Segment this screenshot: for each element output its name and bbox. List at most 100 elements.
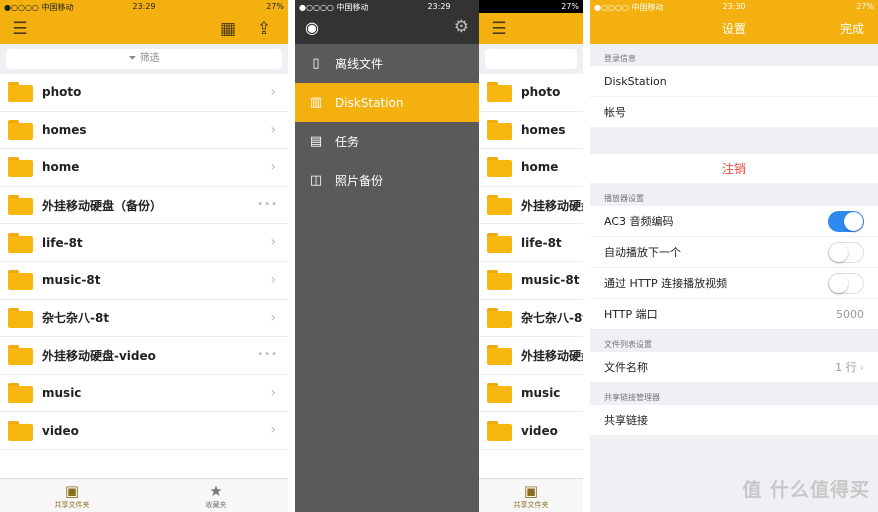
chevron-right-icon[interactable]: › (270, 385, 276, 401)
account-cell[interactable]: 帐号 (590, 97, 878, 128)
folder-icon (487, 232, 512, 253)
filter-input[interactable] (485, 49, 577, 69)
folder-name: home (521, 160, 559, 175)
chevron-right-icon[interactable]: › (270, 272, 276, 288)
menu-item[interactable]: ▯ 离线文件 (295, 44, 479, 83)
view-mode-icon[interactable]: ▦ (218, 19, 238, 39)
shared-folder-icon: ▣ (64, 482, 80, 500)
account-label: 帐号 (604, 106, 626, 119)
menu-item[interactable]: ▥ DiskStation (295, 83, 479, 122)
settings-navbar: ●○○○○ 中国移动 23:30 27% 设置 完成 (590, 0, 878, 44)
folder-icon (487, 119, 512, 140)
folder-name: video (42, 423, 79, 438)
autoplay-toggle[interactable] (828, 242, 864, 263)
menu-icon[interactable]: ☰ (10, 19, 30, 39)
menu-item[interactable]: ◫ 照片备份 (295, 161, 479, 200)
more-icon[interactable]: ••• (257, 199, 278, 210)
section-header-share: 共享链接管理器 (604, 393, 660, 402)
menu-icon[interactable]: ☰ (489, 19, 509, 39)
gear-icon[interactable]: ⚙ (454, 17, 469, 37)
toggle-knob (844, 212, 863, 231)
section-header-file-list: 文件列表设置 (604, 340, 652, 349)
folder-row[interactable]: photo › (0, 74, 288, 112)
filter-input[interactable]: ⏷ 筛选 (6, 49, 282, 69)
folder-icon (8, 420, 33, 441)
chevron-right-icon[interactable]: › (270, 422, 276, 438)
http-play-toggle[interactable] (828, 273, 864, 294)
filter-bar: ⏷ 筛选 (0, 44, 288, 74)
share-link-label: 共享链接 (604, 414, 648, 427)
folder-row[interactable]: 杂七杂八-8t (479, 299, 583, 338)
folder-row[interactable]: homes › (0, 111, 288, 150)
section-header-login: 登录信息 (604, 54, 636, 63)
folder-row[interactable]: life-8t (479, 224, 583, 262)
folder-icon (487, 157, 512, 178)
chevron-right-icon[interactable]: › (270, 234, 276, 250)
ac3-toggle[interactable] (828, 211, 864, 232)
folder-row[interactable]: 外挂移动硬盘-video ••• (0, 337, 288, 375)
folder-name: life-8t (521, 235, 562, 250)
folder-row[interactable]: music-8t (479, 261, 583, 300)
folder-name: 杂七杂八-8t (521, 311, 583, 326)
more-icon[interactable]: ••• (257, 349, 278, 360)
share-icon[interactable]: ⇪ (254, 19, 274, 39)
menu-item-label: DiskStation (335, 95, 404, 110)
share-link-cell[interactable]: 共享链接 (590, 405, 878, 436)
account-icon[interactable]: ◉ (305, 18, 319, 37)
http-port-label: HTTP 端口 (604, 308, 658, 321)
chevron-right-icon[interactable]: › (270, 84, 276, 100)
file-name-cell[interactable]: 文件名称 1 行 › (590, 352, 878, 383)
menu-item[interactable]: ▤ 任务 (295, 122, 479, 161)
folder-row[interactable]: 外挂移动硬盘 (479, 337, 583, 375)
folder-name: music (42, 386, 82, 401)
folder-icon (487, 270, 512, 291)
diskstation-label: DiskStation (604, 74, 667, 88)
folder-row[interactable]: music (479, 374, 583, 413)
folder-row[interactable]: 杂七杂八-8t › (0, 299, 288, 338)
page-title: 设置 (721, 22, 746, 36)
folder-row[interactable]: home (479, 149, 583, 187)
header: ●○○○○ 中国移动 23:29 27% ☰ ▦ ⇪ (0, 0, 288, 44)
folder-icon (487, 307, 512, 328)
folder-row[interactable]: photo (479, 74, 583, 112)
folder-row[interactable]: homes (479, 111, 583, 150)
folder-name: life-8t (42, 235, 83, 250)
task-icon: ▤ (309, 134, 323, 149)
diskstation-cell[interactable]: DiskStation (590, 66, 878, 97)
folder-row[interactable]: music-8t › (0, 261, 288, 300)
done-button[interactable]: 完成 (840, 20, 864, 37)
folder-name: video (521, 423, 558, 438)
photo-backup-icon: ◫ (309, 173, 323, 188)
folder-icon (487, 82, 512, 103)
autoplay-label: 自动播放下一个 (604, 246, 681, 259)
logout-button[interactable]: 注销 (590, 154, 878, 184)
folder-row[interactable]: video (479, 412, 583, 450)
folder-row[interactable]: video › (0, 412, 288, 450)
filter-bar (479, 44, 583, 74)
side-menu: ●○○○○ 中国移动 ◉ ⚙ ▯ 离线文件 ▥ DiskStation ▤ 任务 ◫ 照片备份 (295, 0, 479, 512)
tab-shared-folders[interactable]: ▣ 共享文件夹 (479, 479, 583, 512)
folder-icon (487, 420, 512, 441)
folder-name: home (42, 160, 80, 175)
folder-row[interactable]: music › (0, 374, 288, 413)
folder-icon (8, 82, 33, 103)
folder-row[interactable]: 外挂移动硬盘（备份） ••• (0, 186, 288, 225)
autoplay-cell: 自动播放下一个 (590, 237, 878, 268)
chevron-right-icon[interactable]: › (270, 122, 276, 138)
chevron-right-icon[interactable]: › (270, 159, 276, 175)
folder-icon (8, 383, 33, 404)
chevron-right-icon[interactable]: › (270, 310, 276, 326)
http-port-cell[interactable]: HTTP 端口 5000 (590, 299, 878, 330)
status-bar: ●○○○○ 中国移动 23:30 27% (590, 0, 878, 13)
header: 23:29 27% ☰ (427, 0, 583, 44)
tab-shared-folders[interactable]: ▣ 共享文件夹 (0, 479, 144, 512)
folder-row[interactable]: life-8t › (0, 224, 288, 262)
folder-name: 外挂移动硬盘（备份） (42, 198, 163, 213)
ac3-label: AC3 音频编码 (604, 215, 674, 228)
folder-name: music-8t (42, 273, 101, 288)
diskstation-icon: ▥ (309, 95, 323, 110)
folder-icon (8, 270, 33, 291)
tab-favorites[interactable]: ★ 收藏夹 (144, 479, 288, 512)
folder-row[interactable]: 外挂移动硬盘 (479, 186, 583, 225)
folder-row[interactable]: home › (0, 149, 288, 187)
